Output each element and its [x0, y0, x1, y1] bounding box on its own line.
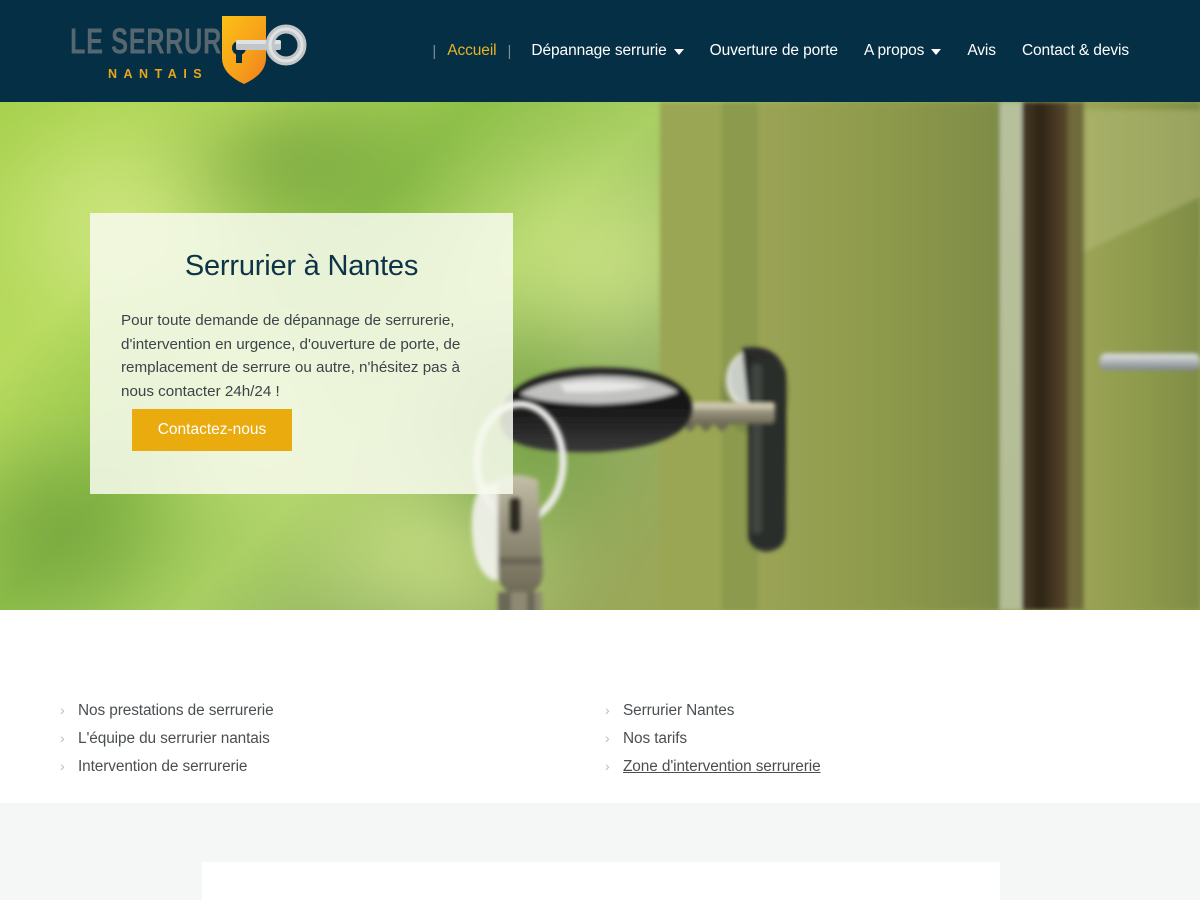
nav-item-depannage-label: Dépannage serrurie	[531, 42, 667, 59]
nav-item-contact-label: Contact & devis	[1021, 42, 1129, 59]
nav-item-a-propos-label: A propos	[863, 42, 925, 59]
link-equipe-serrurier[interactable]: L'équipe du serrurier nantais	[78, 730, 270, 748]
list-item[interactable]: › Serrurier Nantes	[605, 702, 1090, 730]
nav-item-accueil-label: Accueil	[447, 42, 497, 59]
links-columns: › Nos prestations de serrurerie › L'équi…	[0, 702, 1200, 786]
links-column-right: › Serrurier Nantes › Nos tarifs › Zone d…	[545, 702, 1090, 786]
chevron-right-icon: ›	[605, 758, 610, 774]
hero-card: Serrurier à Nantes Pour toute demande de…	[90, 213, 513, 494]
list-item[interactable]: › Nos prestations de serrurerie	[60, 702, 545, 730]
nav-item-depannage-serrurie[interactable]: Dépannage serrurie	[518, 42, 696, 60]
link-serrurier-nantes[interactable]: Serrurier Nantes	[623, 702, 734, 720]
link-intervention-serrurerie[interactable]: Intervention de serrurerie	[78, 758, 247, 776]
main-navigation[interactable]: | Accueil | Dépannage serrurie Ouverture…	[425, 0, 1142, 102]
nav-item-accueil[interactable]: Accueil	[443, 42, 500, 60]
link-zone-intervention[interactable]: Zone d'intervention serrurerie	[623, 758, 821, 776]
list-item[interactable]: › Intervention de serrurerie	[60, 758, 545, 786]
hero-paragraph: Pour toute demande de dépannage de serru…	[121, 312, 461, 400]
list-item[interactable]: › Nos tarifs	[605, 730, 1090, 758]
keyhole-stem	[236, 48, 242, 63]
logo-wordmark-line2: NANTAIS	[108, 67, 208, 81]
nav-item-ouverture-label: Ouverture de porte	[709, 42, 838, 59]
nav-item-a-propos[interactable]: A propos	[851, 42, 954, 60]
chevron-right-icon: ›	[60, 702, 65, 718]
chevron-down-icon	[673, 49, 684, 55]
chevron-right-icon: ›	[605, 702, 610, 718]
nav-item-avis-label: Avis	[967, 42, 996, 59]
list-item[interactable]: › Zone d'intervention serrurerie	[605, 758, 1090, 786]
nav-separator-right: |	[507, 42, 512, 60]
chevron-right-icon: ›	[605, 730, 610, 746]
nav-separator-left: |	[432, 42, 437, 60]
link-nos-prestations[interactable]: Nos prestations de serrurerie	[78, 702, 274, 720]
link-nos-tarifs[interactable]: Nos tarifs	[623, 730, 687, 748]
nav-item-avis[interactable]: Avis	[954, 42, 1009, 60]
bottom-band	[0, 803, 1200, 900]
chevron-right-icon: ›	[60, 758, 65, 774]
contact-button[interactable]: Contactez-nous	[132, 409, 292, 451]
links-column-left: › Nos prestations de serrurerie › L'équi…	[0, 702, 545, 786]
chevron-right-icon: ›	[60, 730, 65, 746]
hero-title: Serrurier à Nantes	[184, 250, 419, 282]
nav-item-ouverture-de-porte[interactable]: Ouverture de porte	[697, 42, 851, 60]
list-item[interactable]: › L'équipe du serrurier nantais	[60, 730, 545, 758]
chevron-down-icon	[931, 49, 942, 55]
hero-banner: Serrurier à Nantes Pour toute demande de…	[0, 102, 1200, 610]
bottom-content-card	[202, 862, 1000, 900]
nav-item-contact-devis[interactable]: Contact & devis	[1009, 42, 1142, 60]
site-header: LE SERRURIER NANTAIS | Accueil | Dépanna…	[0, 0, 1200, 102]
logo-svg: LE SERRURIER NANTAIS	[70, 16, 307, 84]
links-section: Serrurier Nantes - le serrurier nantais …	[0, 610, 1200, 803]
site-logo[interactable]: LE SERRURIER NANTAIS	[70, 10, 310, 92]
